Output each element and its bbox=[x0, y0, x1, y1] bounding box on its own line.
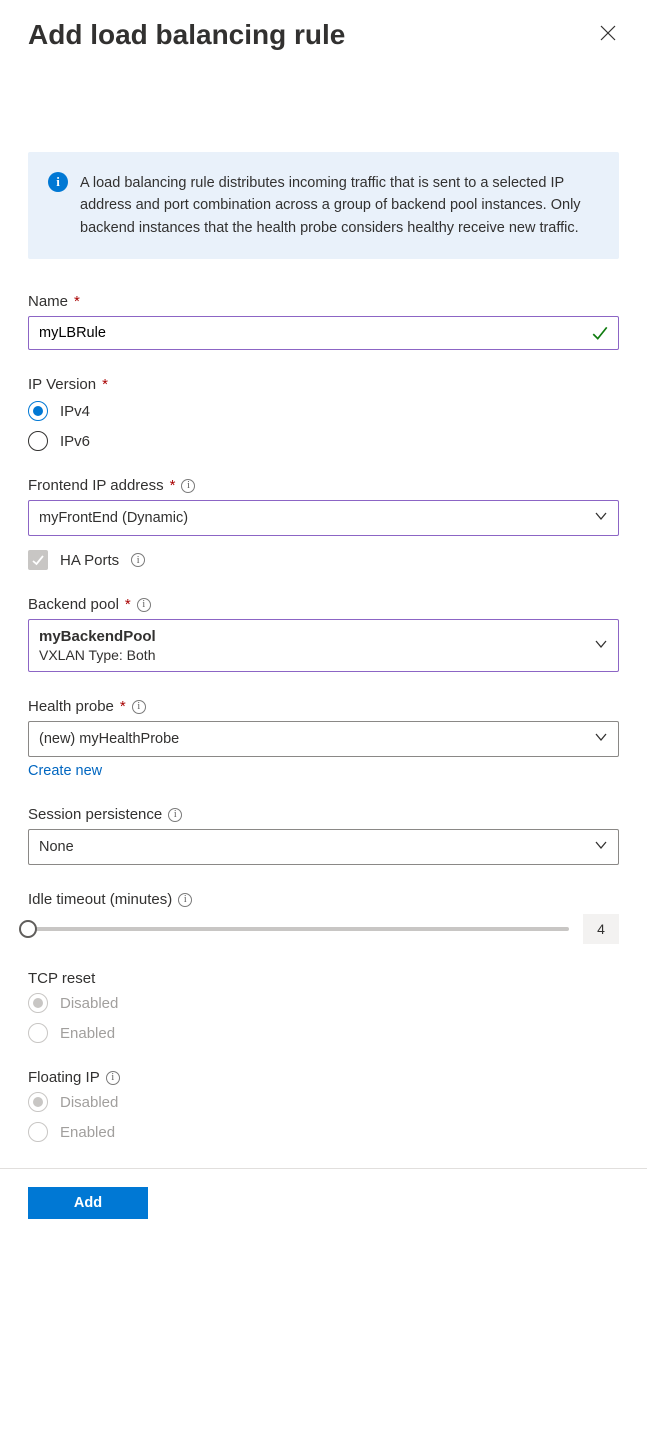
frontend-ip-label: Frontend IP address* bbox=[28, 477, 619, 494]
radio-icon bbox=[28, 1092, 48, 1112]
health-probe-label: Health probe* bbox=[28, 698, 619, 715]
radio-icon bbox=[28, 431, 48, 451]
help-icon[interactable] bbox=[181, 479, 195, 493]
radio-icon bbox=[28, 1023, 48, 1043]
radio-icon bbox=[28, 401, 48, 421]
help-icon[interactable] bbox=[168, 808, 182, 822]
chevron-down-icon bbox=[594, 838, 608, 856]
slider-thumb[interactable] bbox=[19, 920, 37, 938]
info-banner: A load balancing rule distributes incomi… bbox=[28, 152, 619, 259]
page-title: Add load balancing rule bbox=[28, 18, 345, 52]
create-new-link[interactable]: Create new bbox=[28, 763, 102, 779]
add-button[interactable]: Add bbox=[28, 1187, 148, 1219]
close-icon[interactable] bbox=[597, 22, 619, 44]
ha-ports-checkbox[interactable]: HA Ports bbox=[28, 550, 619, 570]
session-persistence-label: Session persistence bbox=[28, 806, 619, 823]
name-input[interactable] bbox=[28, 316, 619, 350]
ip-version-label: IP Version* bbox=[28, 376, 619, 393]
checkmark-icon bbox=[591, 324, 609, 342]
tcp-reset-label: TCP reset bbox=[28, 970, 619, 987]
chevron-down-icon bbox=[594, 637, 608, 655]
chevron-down-icon bbox=[594, 730, 608, 748]
frontend-ip-dropdown[interactable]: myFrontEnd (Dynamic) bbox=[28, 500, 619, 536]
floating-ip-disabled: Disabled bbox=[28, 1092, 619, 1112]
help-icon[interactable] bbox=[132, 700, 146, 714]
idle-timeout-label: Idle timeout (minutes) bbox=[28, 891, 619, 908]
idle-timeout-value[interactable]: 4 bbox=[583, 914, 619, 944]
help-icon[interactable] bbox=[178, 893, 192, 907]
ip-version-ipv6[interactable]: IPv6 bbox=[28, 431, 619, 451]
panel-header: Add load balancing rule bbox=[28, 18, 619, 52]
health-probe-dropdown[interactable]: (new) myHealthProbe bbox=[28, 721, 619, 757]
backend-pool-label: Backend pool* bbox=[28, 596, 619, 613]
checkbox-icon bbox=[28, 550, 48, 570]
help-icon[interactable] bbox=[131, 553, 145, 567]
help-icon[interactable] bbox=[106, 1071, 120, 1085]
radio-icon bbox=[28, 1122, 48, 1142]
ip-version-group: IPv4 IPv6 bbox=[28, 401, 619, 451]
name-label: Name* bbox=[28, 293, 619, 310]
info-text: A load balancing rule distributes incomi… bbox=[80, 172, 597, 239]
help-icon[interactable] bbox=[137, 598, 151, 612]
info-icon bbox=[48, 172, 68, 192]
chevron-down-icon bbox=[594, 509, 608, 527]
ip-version-ipv4[interactable]: IPv4 bbox=[28, 401, 619, 421]
backend-pool-dropdown[interactable]: myBackendPool VXLAN Type: Both bbox=[28, 619, 619, 672]
tcp-reset-disabled: Disabled bbox=[28, 993, 619, 1013]
idle-timeout-slider[interactable] bbox=[28, 927, 569, 931]
radio-icon bbox=[28, 993, 48, 1013]
tcp-reset-enabled: Enabled bbox=[28, 1023, 619, 1043]
floating-ip-enabled: Enabled bbox=[28, 1122, 619, 1142]
session-persistence-dropdown[interactable]: None bbox=[28, 829, 619, 865]
floating-ip-label: Floating IP bbox=[28, 1069, 619, 1086]
